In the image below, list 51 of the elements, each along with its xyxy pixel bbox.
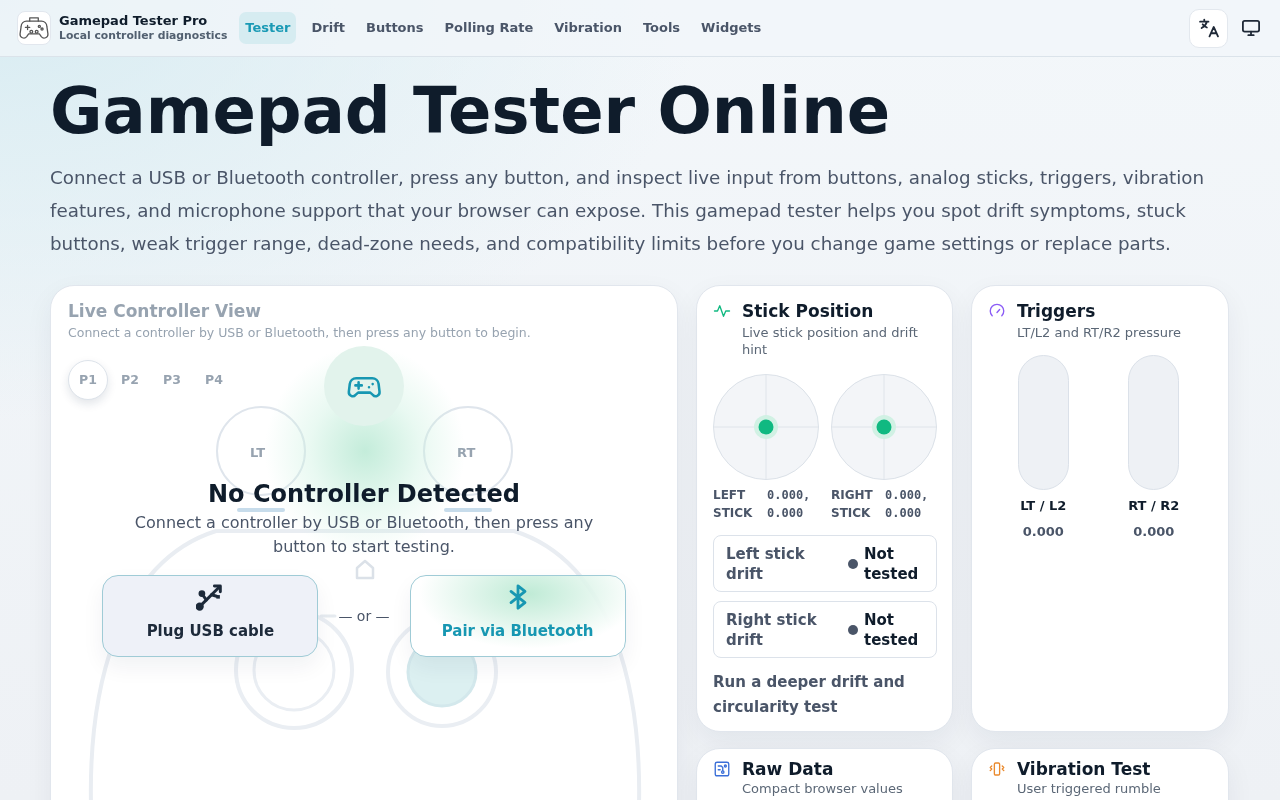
drift-test-link[interactable]: Run a deeper drift and circularity test	[713, 670, 937, 720]
pulse-icon	[713, 302, 731, 320]
drift-status: Not tested	[864, 543, 920, 584]
status-dot	[848, 624, 858, 635]
status-dot	[848, 558, 858, 569]
stick-value: 0.000, 0.000	[767, 487, 812, 522]
nav-tab[interactable]: Vibration	[548, 12, 628, 44]
nav-tab[interactable]: Polling Rate	[438, 12, 540, 44]
gamepad-icon	[324, 346, 404, 426]
panel-title: Live Controller View	[68, 300, 263, 322]
trigger-name: LT / L2	[1020, 497, 1067, 515]
card-title: Vibration Test	[1017, 758, 1152, 780]
monitor-icon	[1242, 19, 1260, 37]
trigger-label: RT	[457, 444, 476, 462]
trigger-name: RT / R2	[1128, 497, 1180, 515]
stick-dot	[754, 415, 778, 439]
drift-status: Not tested	[864, 609, 920, 650]
card-title: Raw Data	[742, 758, 835, 780]
brand-name: Gamepad Tester Pro	[59, 13, 209, 29]
trigger-value: 0.000	[1133, 523, 1175, 541]
nav-tab[interactable]: Drift	[305, 12, 351, 44]
stick-label: RIGHT STICK	[831, 487, 874, 522]
card-subtitle: LT/L2 and RT/R2 pressure	[1017, 324, 1181, 341]
trigger-value: 0.000	[1022, 523, 1064, 541]
drift-label: Right stick drift	[726, 609, 818, 650]
panel-subtitle: Connect a controller by USB or Bluetooth, then press any button to begin.	[68, 325, 532, 341]
nav-tab[interactable]: Buttons	[360, 12, 430, 44]
circuit-icon	[713, 760, 731, 778]
trigger-label: LT	[250, 444, 265, 462]
brand-tagline: Local controller diagnostics	[59, 29, 228, 43]
nav-tab[interactable]: Widgets	[695, 12, 768, 44]
language-button[interactable]	[1189, 8, 1228, 48]
translate-icon	[1198, 18, 1219, 38]
separator-text: — or —	[338, 606, 390, 626]
card-subtitle: Compact browser values	[742, 780, 903, 797]
stick-value: 0.000, 0.000	[885, 487, 930, 522]
card-subtitle: Live stick position and drift hint	[742, 324, 919, 358]
drift-label: Left stick drift	[726, 543, 806, 584]
stick-label: LEFT STICK	[713, 487, 754, 522]
usb-icon	[196, 583, 225, 611]
card-title: Triggers	[1017, 300, 1097, 322]
vibration-icon	[988, 760, 1006, 778]
stick-dot	[872, 415, 896, 439]
status-heading: No Controller Detected	[208, 479, 520, 509]
card-subtitle: User triggered rumble	[1017, 780, 1161, 797]
display-button[interactable]	[1242, 19, 1260, 37]
nav-tab[interactable]: Tools	[636, 12, 687, 44]
card-title: Stick Position	[742, 300, 875, 322]
status-message: Connect a controller by USB or Bluetooth, then press any button to start testing.	[134, 512, 594, 558]
intro-paragraph: Connect a USB or Bluetooth controller, press any button, and inspect live input from buttons, analog sticks, triggers, vibration features, and microphone support that your browser can expose. This gamepad tester helps you spot drift symptoms, stuck buttons, weak trigger range, dead-zone needs, and compatibility limits before you change game settings or replace parts.	[50, 166, 1206, 256]
usb-connect-button[interactable]: Plug USB cable	[102, 575, 319, 657]
